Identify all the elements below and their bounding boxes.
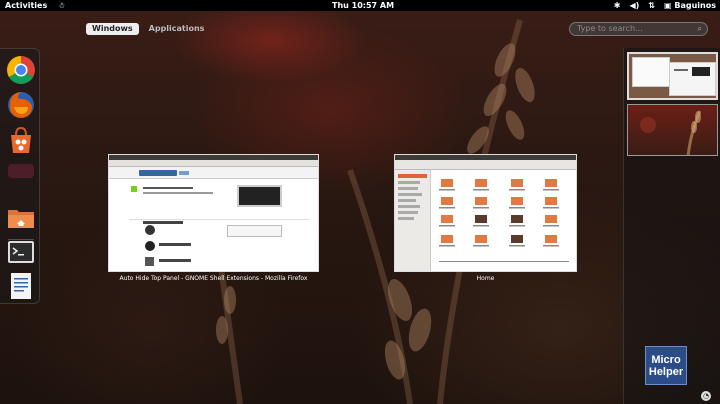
status-tray: ✱ ◀) ⇅ ▣ Baguinos (614, 0, 716, 11)
files-icon[interactable] (6, 202, 36, 232)
extension-icon (131, 186, 137, 192)
screenshot-preview (237, 185, 282, 207)
files-icon-grid (439, 179, 569, 262)
text-editor-icon[interactable] (6, 271, 36, 301)
watermark-line-2: Helper (648, 365, 684, 378)
workspace-2-thumbnail[interactable] (627, 104, 718, 156)
browser-toolbar (109, 160, 318, 167)
dash (0, 48, 40, 304)
top-panel: Activities ☃ Thu 10:57 AM ✱ ◀) ⇅ ▣ Bagui… (0, 0, 720, 11)
chat-status-icon: ▣ (664, 1, 672, 10)
clock[interactable]: Thu 10:57 AM (332, 0, 394, 11)
volume-icon[interactable]: ◀) (630, 0, 640, 11)
chrome-icon[interactable] (6, 55, 36, 85)
app-menu-icon[interactable]: ☃ (58, 0, 65, 11)
activities-button[interactable]: Activities (5, 0, 47, 11)
window-thumbnail-firefox[interactable] (108, 154, 319, 272)
launcher-item-partial[interactable] (6, 160, 36, 182)
window-caption-home[interactable]: Home (394, 275, 577, 282)
message-tray-icon[interactable]: ◔ (701, 391, 711, 401)
workspace-1-thumbnail[interactable] (627, 52, 718, 100)
user-menu[interactable]: ▣ Baguinos (664, 0, 716, 11)
watermark-logo: Micro Helper (645, 346, 687, 385)
files-toolbar (395, 160, 576, 170)
view-selector: Windows Applications (86, 23, 210, 35)
user-name: Baguinos (674, 1, 716, 10)
software-center-icon[interactable] (6, 125, 36, 155)
search-input[interactable]: Type to search... ⌕ (569, 22, 708, 36)
firefox-icon[interactable] (6, 90, 36, 120)
tab-windows[interactable]: Windows (86, 23, 139, 35)
watermark-line-1: Micro (651, 353, 681, 366)
window-thumbnail-home[interactable] (394, 154, 577, 272)
search-icon: ⌕ (697, 24, 702, 33)
window-caption-firefox[interactable]: Auto Hide Top Panel - GNOME Shell Extens… (108, 275, 319, 282)
tab-applications[interactable]: Applications (143, 23, 211, 35)
bluetooth-icon[interactable]: ✱ (614, 0, 621, 11)
extensions-site-header (109, 167, 318, 179)
files-sidebar (395, 170, 431, 271)
terminal-icon[interactable] (6, 237, 36, 267)
search-placeholder: Type to search... (577, 24, 643, 33)
network-icon[interactable]: ⇅ (648, 0, 655, 11)
